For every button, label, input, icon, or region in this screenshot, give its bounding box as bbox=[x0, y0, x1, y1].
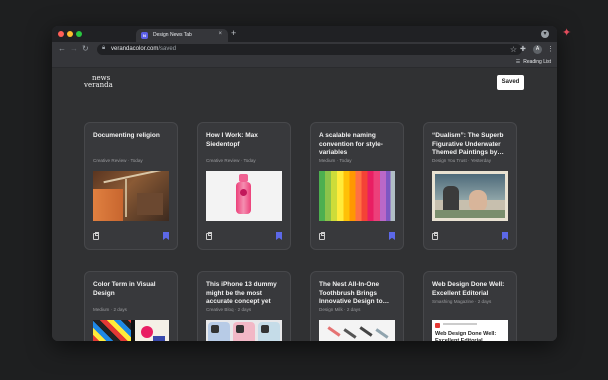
browser-menu-icon[interactable]: ▾ bbox=[541, 30, 549, 38]
article-card[interactable]: The Nest All-In-One Toothbrush Brings In… bbox=[310, 271, 404, 341]
bookmark-icon[interactable] bbox=[276, 232, 282, 240]
card-title[interactable]: How I Work: Max Siedentopf bbox=[206, 132, 288, 149]
card-meta: Creative Review · Today bbox=[206, 158, 256, 163]
card-title[interactable]: The Nest All-In-One Toothbrush Brings In… bbox=[319, 281, 401, 307]
card-meta: Smashing Magazine · 2 days bbox=[432, 299, 492, 304]
article-card[interactable]: How I Work: Max Siedentopf Creative Revi… bbox=[197, 122, 291, 250]
more-menu-icon[interactable]: ⋮ bbox=[547, 45, 554, 55]
card-thumbnail-editorial: Web Design Done Well: Excellent Editoria… bbox=[432, 320, 508, 341]
maximize-window-dot[interactable] bbox=[76, 31, 82, 37]
back-arrow-icon[interactable]: ← bbox=[58, 44, 66, 54]
card-meta: Design You Trust · Yesterday bbox=[432, 158, 491, 163]
toolbar: ← → ↻ 🔒︎ verandacolor.com/saved ☆ ✚ A ⋮ bbox=[52, 42, 557, 58]
browser-window: N Design News Tab × + ▾ ← → ↻ 🔒︎ veranda… bbox=[52, 26, 557, 341]
card-meta: Medium · 2 days bbox=[93, 307, 127, 312]
bookmarks-bar: ☰ Reading List bbox=[52, 58, 557, 68]
sparkle-icon: ✦ bbox=[562, 27, 572, 39]
clipboard-icon[interactable] bbox=[93, 232, 99, 240]
tab-close-icon[interactable]: × bbox=[218, 31, 222, 37]
reading-list-icon: ☰ bbox=[515, 59, 521, 65]
bookmark-icon[interactable] bbox=[502, 232, 508, 240]
close-window-dot[interactable] bbox=[58, 31, 64, 37]
bookmark-icon[interactable] bbox=[389, 232, 395, 240]
card-thumbnail-toothbrush bbox=[319, 320, 395, 341]
card-thumbnail-swatches bbox=[319, 171, 395, 221]
minimize-window-dot[interactable] bbox=[67, 31, 73, 37]
card-title[interactable]: Web Design Done Well: Excellent Editoria… bbox=[432, 281, 514, 298]
tab-favicon-icon: N bbox=[141, 32, 148, 39]
card-meta: Creative Bloq · 2 days bbox=[206, 307, 252, 312]
extensions-icon[interactable]: ✚ bbox=[520, 45, 526, 55]
card-title[interactable]: A scalable naming convention for style-v… bbox=[319, 132, 401, 158]
thumbnail-headline: Web Design Done Well: Excellent Editoria… bbox=[435, 331, 497, 341]
article-card[interactable]: A scalable naming convention for style-v… bbox=[310, 122, 404, 250]
bookmark-star-icon[interactable]: ☆ bbox=[510, 44, 517, 55]
smashing-logo-icon bbox=[435, 323, 440, 328]
card-title[interactable]: This iPhone 13 dummy might be the most a… bbox=[206, 281, 288, 307]
new-tab-button[interactable]: + bbox=[231, 28, 236, 38]
article-card[interactable]: “Dualism”: The Superb Figurative Underwa… bbox=[423, 122, 517, 250]
bookmark-icon[interactable] bbox=[163, 232, 169, 240]
clipboard-icon[interactable] bbox=[319, 232, 325, 240]
page-content: news veranda Saved Documenting religion … bbox=[52, 68, 557, 341]
card-thumbnail-loom bbox=[93, 171, 169, 221]
article-card[interactable]: Web Design Done Well: Excellent Editoria… bbox=[423, 271, 517, 341]
lock-icon: 🔒︎ bbox=[102, 45, 106, 51]
article-card[interactable]: Color Term in Visual Design Medium · 2 d… bbox=[84, 271, 178, 341]
card-title[interactable]: Documenting religion bbox=[93, 132, 175, 141]
tab-design-news[interactable]: N Design News Tab × bbox=[136, 29, 228, 42]
card-thumbnail-bottle bbox=[206, 171, 282, 221]
card-thumbnail-iphones bbox=[206, 320, 282, 341]
card-meta: Medium · Today bbox=[319, 158, 352, 163]
article-card[interactable]: Documenting religion Creative Review · T… bbox=[84, 122, 178, 250]
site-logo[interactable]: news veranda bbox=[84, 75, 113, 89]
article-card[interactable]: This iPhone 13 dummy might be the most a… bbox=[197, 271, 291, 341]
reading-list-button[interactable]: ☰ Reading List bbox=[516, 59, 551, 65]
tab-bar: N Design News Tab × + ▾ bbox=[52, 26, 557, 42]
card-meta: Creative Review · Today bbox=[93, 158, 143, 163]
card-thumbnail-shapes bbox=[93, 320, 169, 341]
url-text: verandacolor.com/saved bbox=[111, 46, 177, 52]
forward-arrow-icon[interactable]: → bbox=[70, 44, 78, 54]
saved-button[interactable]: Saved bbox=[497, 75, 524, 90]
card-meta: Design Milk · 2 days bbox=[319, 307, 361, 312]
card-title[interactable]: “Dualism”: The Superb Figurative Underwa… bbox=[432, 132, 514, 158]
card-thumbnail-painting bbox=[432, 171, 508, 221]
address-bar[interactable]: 🔒︎ verandacolor.com/saved ☆ bbox=[97, 44, 522, 55]
clipboard-icon[interactable] bbox=[432, 232, 438, 240]
reload-icon[interactable]: ↻ bbox=[82, 44, 89, 54]
card-title[interactable]: Color Term in Visual Design bbox=[93, 281, 175, 298]
tab-title: Design News Tab bbox=[153, 32, 192, 38]
clipboard-icon[interactable] bbox=[206, 232, 212, 240]
profile-avatar[interactable]: A bbox=[533, 45, 542, 54]
